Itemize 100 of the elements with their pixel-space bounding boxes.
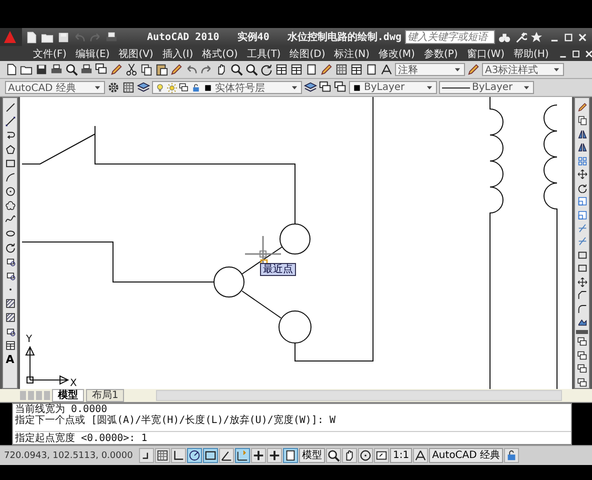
snap-icon[interactable] <box>139 448 154 463</box>
hook-line-icon[interactable] <box>4 130 16 141</box>
stacked-windows-icon[interactable] <box>576 337 588 348</box>
menu-item[interactable]: 标注(N) <box>331 46 373 60</box>
trim-icon[interactable] <box>576 222 588 234</box>
menu-item[interactable]: 参数(P) <box>420 46 461 60</box>
plus-icon[interactable] <box>267 448 282 463</box>
sheet-icon[interactable] <box>283 448 298 463</box>
pencil-icon[interactable] <box>576 102 588 112</box>
scissors-icon[interactable] <box>125 63 138 76</box>
lock-icon[interactable] <box>504 448 520 463</box>
search-field[interactable]: 键入关键字或短语 <box>404 30 495 44</box>
model-button[interactable]: 模型 <box>299 448 325 463</box>
restore-icon[interactable] <box>563 32 574 42</box>
line-icon[interactable] <box>4 102 16 113</box>
redo-icon[interactable] <box>200 63 213 76</box>
hatch-icon[interactable] <box>4 312 16 323</box>
table-icon[interactable] <box>4 340 16 351</box>
gear-icon[interactable] <box>107 81 120 94</box>
hand-icon[interactable] <box>342 448 357 463</box>
rectangle-icon[interactable] <box>576 250 588 260</box>
sheet-icon[interactable] <box>365 63 378 76</box>
circle-icon[interactable] <box>358 448 373 463</box>
ellipse-icon[interactable] <box>4 228 16 239</box>
rotate-icon[interactable] <box>260 63 273 76</box>
pencil-icon[interactable] <box>110 63 123 76</box>
polar-icon[interactable] <box>187 448 202 463</box>
rectangle-icon[interactable] <box>203 448 218 463</box>
pencil-icon[interactable] <box>170 63 183 76</box>
hatch-icon[interactable] <box>4 298 16 309</box>
block-icon[interactable] <box>4 270 16 281</box>
star-icon[interactable] <box>530 30 543 44</box>
scale-icon[interactable] <box>576 196 588 206</box>
rectangle-icon[interactable] <box>4 158 16 169</box>
text-tool[interactable]: A <box>6 354 14 366</box>
close-icon[interactable] <box>577 32 588 42</box>
close-icon[interactable] <box>584 48 592 58</box>
color-dropdown[interactable]: ByLayer <box>349 81 437 94</box>
layers-icon[interactable] <box>137 81 150 94</box>
cloud-icon[interactable] <box>4 200 16 211</box>
clipboard-icon[interactable] <box>155 63 168 76</box>
text-style-dropdown[interactable]: 注释 <box>395 63 465 76</box>
rotate-icon[interactable] <box>4 242 16 253</box>
layer-dropdown[interactable]: 实体符号层 <box>152 81 302 94</box>
sheet-icon[interactable] <box>305 63 318 76</box>
dimension-style-dropdown[interactable]: A3标注样式 <box>482 63 564 76</box>
printer-icon[interactable] <box>80 63 93 76</box>
menu-item[interactable]: 工具(T) <box>244 46 284 60</box>
menu-item[interactable]: 插入(I) <box>159 46 196 60</box>
stacked-windows-icon[interactable] <box>95 63 108 76</box>
array-icon[interactable] <box>576 156 588 166</box>
stacked-windows-icon[interactable] <box>576 350 588 362</box>
mirror-icon[interactable] <box>576 128 588 140</box>
scale-icon[interactable] <box>576 210 588 220</box>
stacked-windows-icon[interactable] <box>576 378 588 388</box>
copy-icon[interactable] <box>140 63 153 76</box>
layers-icon[interactable] <box>304 81 317 94</box>
annotation-icon[interactable] <box>413 448 428 463</box>
table-icon[interactable] <box>290 63 303 76</box>
magnifier-icon[interactable] <box>245 63 258 76</box>
axis-icon[interactable] <box>235 448 250 463</box>
workspace-dropdown[interactable]: AutoCAD 经典 <box>5 81 105 94</box>
fillet-icon[interactable] <box>576 304 588 314</box>
move-icon[interactable] <box>576 169 588 180</box>
circle-icon[interactable] <box>4 186 16 197</box>
chamfer-icon[interactable] <box>576 290 588 301</box>
magnifier-icon[interactable] <box>65 63 78 76</box>
workspace-button[interactable]: AutoCAD 经典 <box>429 448 504 463</box>
block-icon[interactable] <box>4 256 16 267</box>
layout-tab[interactable]: 模型 <box>52 389 84 402</box>
wrench-icon[interactable] <box>514 30 527 44</box>
polygon-icon[interactable] <box>4 144 16 155</box>
menu-item[interactable]: 绘图(D) <box>286 46 328 60</box>
menu-item[interactable]: 修改(M) <box>376 46 418 60</box>
command-prompt[interactable]: 指定起点宽度 <0.0000>: 1 <box>15 431 571 444</box>
spline-icon[interactable] <box>4 214 16 225</box>
menu-item[interactable]: 编辑(E) <box>72 46 113 60</box>
grid-icon[interactable] <box>155 448 170 463</box>
copy-icon[interactable] <box>576 115 588 126</box>
table-icon[interactable] <box>275 63 288 76</box>
move-icon[interactable] <box>576 276 588 288</box>
menu-item[interactable]: 窗口(W) <box>464 46 508 60</box>
plus-icon[interactable] <box>251 448 266 463</box>
restore-icon[interactable] <box>570 48 581 58</box>
horizontal-scrollbar[interactable] <box>156 390 562 401</box>
grid-icon[interactable] <box>122 81 135 94</box>
block-icon[interactable] <box>4 326 16 337</box>
polyline-icon[interactable] <box>4 116 16 127</box>
explode-icon[interactable] <box>576 317 588 328</box>
arc-icon[interactable] <box>4 172 16 183</box>
pencil-icon[interactable] <box>320 63 333 76</box>
table-icon[interactable] <box>350 63 363 76</box>
rectangle-icon[interactable] <box>576 263 588 274</box>
page-icon[interactable] <box>25 30 38 44</box>
magnifier-icon[interactable] <box>230 63 243 76</box>
viewport-icon[interactable] <box>374 448 389 463</box>
grid-icon[interactable] <box>335 63 348 76</box>
menu-item[interactable]: 格式(O) <box>199 46 241 60</box>
menu-item[interactable]: 视图(V) <box>116 46 156 60</box>
magnifier-icon[interactable] <box>326 448 341 463</box>
